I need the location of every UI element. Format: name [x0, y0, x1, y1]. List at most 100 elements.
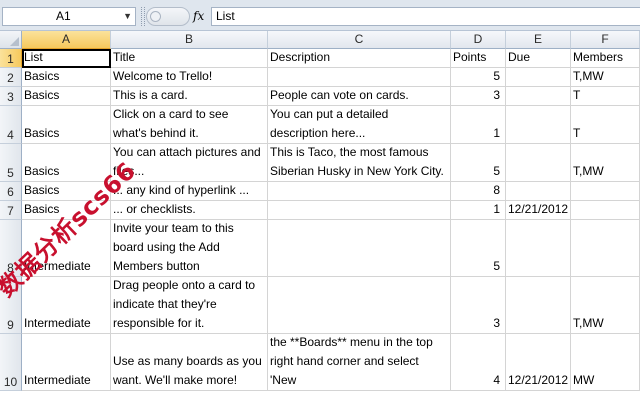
- cell-e10[interactable]: 12/21/2012: [506, 334, 571, 391]
- row-header-5[interactable]: 5: [0, 144, 22, 182]
- cell-b3[interactable]: This is a card.: [111, 87, 268, 106]
- cell-b9[interactable]: Drag people onto a card to indicate that…: [111, 277, 268, 334]
- cell-text: ... any kind of hyperlink ...: [113, 183, 250, 197]
- cell-text: MW: [573, 373, 595, 387]
- cell-text: T,MW: [573, 69, 604, 83]
- row-header-7[interactable]: 7: [0, 201, 22, 220]
- cell-b6[interactable]: ... any kind of hyperlink ...: [111, 182, 268, 201]
- cell-c1[interactable]: Description: [268, 49, 451, 68]
- cell-d1[interactable]: Points: [451, 49, 506, 68]
- cell-e2[interactable]: [506, 68, 571, 87]
- cell-b4[interactable]: Click on a card to see what's behind it.: [111, 106, 268, 144]
- cell-b10[interactable]: Use as many boards as you want. We'll ma…: [111, 334, 268, 391]
- cell-e8[interactable]: [506, 220, 571, 277]
- cell-c10[interactable]: To make a new board, click on the **Boar…: [268, 334, 451, 391]
- cell-text: This is a card.: [113, 88, 188, 102]
- cell-d3[interactable]: 3: [451, 87, 506, 106]
- row-header-3[interactable]: 3: [0, 87, 22, 106]
- cell-text: Invite your team to this board using the…: [113, 221, 234, 273]
- row-header-2[interactable]: 2: [0, 68, 22, 87]
- cell-e9[interactable]: [506, 277, 571, 334]
- cell-e3[interactable]: [506, 87, 571, 106]
- cell-c2[interactable]: [268, 68, 451, 87]
- row-header-1[interactable]: 1: [0, 49, 22, 68]
- cell-a4[interactable]: Basics: [22, 106, 111, 144]
- cell-text: Welcome to Trello!: [113, 69, 213, 83]
- cell-text: Drag people onto a card to indicate that…: [113, 278, 256, 330]
- cell-f10[interactable]: MW: [571, 334, 640, 391]
- spreadsheet-window: A1 ▼ fx List ABCDEF 1 List Title Descriptio…: [0, 0, 640, 400]
- column-headers: ABCDEF: [0, 31, 640, 49]
- cell-e1[interactable]: Due: [506, 49, 571, 68]
- cell-text: Due: [508, 50, 531, 64]
- cell-e4[interactable]: [506, 106, 571, 144]
- circle-icon: [150, 11, 161, 22]
- resize-grip-icon[interactable]: [141, 7, 145, 26]
- cell-c9[interactable]: [268, 277, 451, 334]
- cell-f4[interactable]: T: [571, 106, 640, 144]
- cell-f5[interactable]: T,MW: [571, 144, 640, 182]
- cell-f2[interactable]: T,MW: [571, 68, 640, 87]
- cell-text: This is Taco, the most famous Siberian H…: [270, 145, 444, 178]
- column-header-e[interactable]: E: [506, 31, 571, 49]
- column-header-b[interactable]: B: [111, 31, 268, 49]
- cell-text: T: [573, 126, 581, 140]
- formula-buttons[interactable]: [146, 7, 190, 26]
- cell-f8[interactable]: [571, 220, 640, 277]
- cell-c7[interactable]: [268, 201, 451, 220]
- cell-b7[interactable]: ... or checklists.: [111, 201, 268, 220]
- cell-d9[interactable]: 3: [451, 277, 506, 334]
- column-header-f[interactable]: F: [571, 31, 640, 49]
- cell-c4[interactable]: You can put a detailed description here.…: [268, 106, 451, 144]
- cell-d10[interactable]: 4: [451, 334, 506, 391]
- insert-function-button[interactable]: fx: [193, 7, 204, 26]
- cell-f9[interactable]: T,MW: [571, 277, 640, 334]
- cell-c3[interactable]: People can vote on cards.: [268, 87, 451, 106]
- cell-d2[interactable]: 5: [451, 68, 506, 87]
- row-header-10[interactable]: 10: [0, 334, 22, 391]
- cell-e5[interactable]: [506, 144, 571, 182]
- cell-d5[interactable]: 5: [451, 144, 506, 182]
- cell-text: 1: [493, 126, 500, 140]
- cell-d6[interactable]: 8: [451, 182, 506, 201]
- cell-a9[interactable]: Intermediate: [22, 277, 111, 334]
- triangle-icon: [10, 37, 19, 46]
- cell-text: Basics: [24, 88, 60, 102]
- name-box[interactable]: A1 ▼: [2, 7, 136, 26]
- cell-a3[interactable]: Basics: [22, 87, 111, 106]
- row-header-6[interactable]: 6: [0, 182, 22, 201]
- cell-text: People can vote on cards.: [270, 88, 409, 102]
- cell-b2[interactable]: Welcome to Trello!: [111, 68, 268, 87]
- cell-c8[interactable]: [268, 220, 451, 277]
- cell-e7[interactable]: 12/21/2012: [506, 201, 571, 220]
- cell-f3[interactable]: T: [571, 87, 640, 106]
- cell-b1[interactable]: Title: [111, 49, 268, 68]
- table-row: 9 Intermediate Drag people onto a card to …: [0, 277, 640, 334]
- cell-f1[interactable]: Members: [571, 49, 640, 68]
- cell-c5[interactable]: This is Taco, the most famous Siberian H…: [268, 144, 451, 182]
- cell-f7[interactable]: [571, 201, 640, 220]
- column-header-a[interactable]: A: [22, 31, 111, 49]
- cell-a2[interactable]: Basics: [22, 68, 111, 87]
- cell-d4[interactable]: 1: [451, 106, 506, 144]
- cell-text: 5: [493, 259, 500, 273]
- column-header-c[interactable]: C: [268, 31, 451, 49]
- chevron-down-icon[interactable]: ▼: [123, 8, 132, 25]
- formula-input[interactable]: List: [211, 7, 640, 26]
- cell-text: Basics: [24, 69, 60, 83]
- cell-d8[interactable]: 5: [451, 220, 506, 277]
- table-row: 10 Intermediate Use as many boards as you …: [0, 334, 640, 391]
- cell-f6[interactable]: [571, 182, 640, 201]
- cell-text: T: [573, 88, 581, 102]
- row-header-4[interactable]: 4: [0, 106, 22, 144]
- cell-text: Basics: [24, 126, 60, 140]
- cell-text: 8: [493, 183, 500, 197]
- cell-b8[interactable]: Invite your team to this board using the…: [111, 220, 268, 277]
- cell-c6[interactable]: [268, 182, 451, 201]
- select-all-button[interactable]: [0, 31, 22, 49]
- cell-e6[interactable]: [506, 182, 571, 201]
- cell-d7[interactable]: 1: [451, 201, 506, 220]
- cell-a1[interactable]: List: [22, 49, 111, 68]
- cell-a10[interactable]: Intermediate: [22, 334, 111, 391]
- column-header-d[interactable]: D: [451, 31, 506, 49]
